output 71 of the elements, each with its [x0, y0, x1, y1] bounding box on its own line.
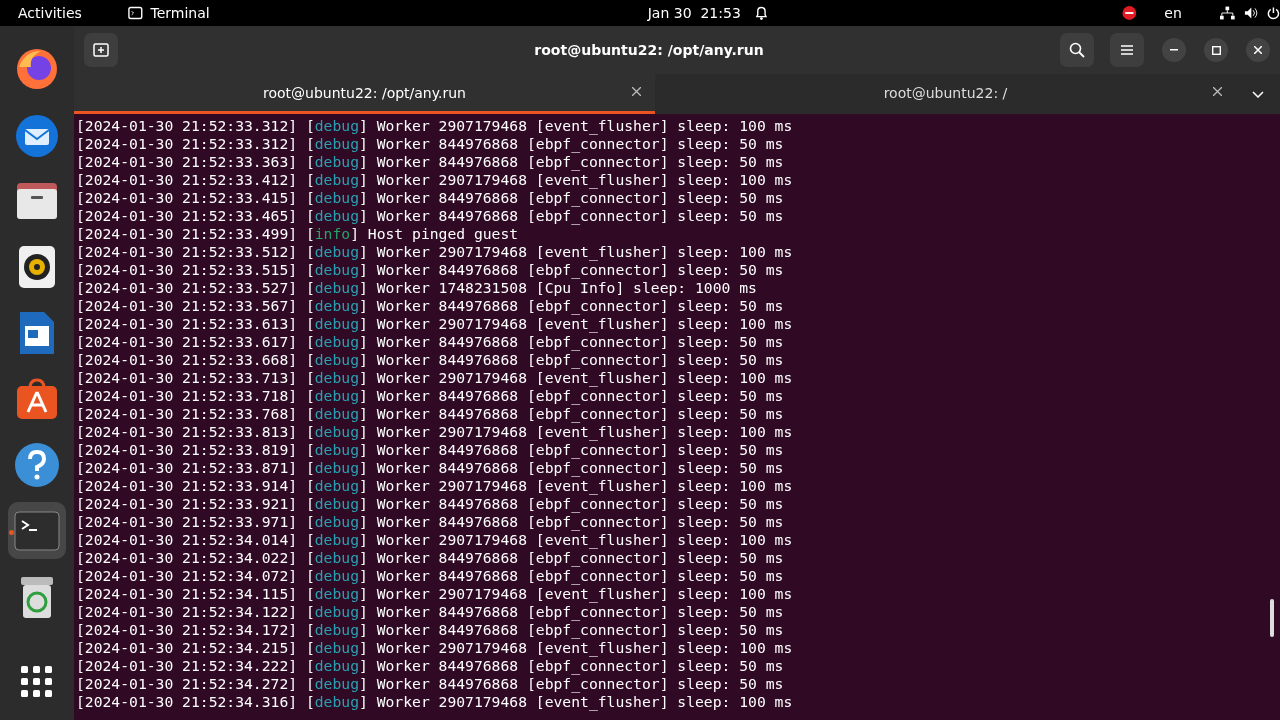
maximize-icon [1211, 45, 1221, 55]
log-line: [2024-01-30 21:52:33.613] [debug] Worker 2907179468 [event_flusher] sleep: 100 ms [76, 315, 794, 333]
log-line: [2024-01-30 21:52:33.312] [debug] Worker 844976868 [ebpf_connector] sleep: 50 ms [76, 135, 785, 153]
log-line: [2024-01-30 21:52:33.415] [debug] Worker 844976868 [ebpf_connector] sleep: 50 ms [76, 189, 785, 207]
language-indicator[interactable]: en [1164, 5, 1182, 21]
document-icon [18, 309, 56, 356]
help-icon [14, 441, 60, 488]
scrollbar-thumb[interactable] [1270, 599, 1274, 637]
menu-icon [1121, 45, 1133, 55]
folder-icon [15, 180, 59, 221]
terminal-icon [14, 510, 60, 551]
log-line: [2024-01-30 21:52:34.072] [debug] Worker 844976868 [ebpf_connector] sleep: 50 ms [76, 567, 785, 585]
log-line: [2024-01-30 21:52:33.713] [debug] Worker 2907179468 [event_flusher] sleep: 100 ms [76, 369, 794, 387]
log-line: [2024-01-30 21:52:33.718] [debug] Worker 844976868 [ebpf_connector] sleep: 50 ms [76, 387, 785, 405]
log-line: [2024-01-30 21:52:33.515] [debug] Worker 844976868 [ebpf_connector] sleep: 50 ms [76, 261, 785, 279]
log-line: [2024-01-30 21:52:34.272] [debug] Worker 844976868 [ebpf_connector] sleep: 50 ms [76, 675, 785, 693]
log-line: [2024-01-30 21:52:33.567] [debug] Worker 844976868 [ebpf_connector] sleep: 50 ms [76, 297, 785, 315]
trash-icon [18, 574, 56, 619]
speaker-icon [1243, 6, 1259, 20]
chevron-down-icon[interactable] [1252, 90, 1264, 98]
maximize-button[interactable] [1204, 38, 1228, 62]
close-icon [1254, 46, 1262, 54]
log-line: [2024-01-30 21:52:33.465] [debug] Worker 844976868 [ebpf_connector] sleep: 50 ms [76, 207, 785, 225]
menu-button[interactable] [1110, 33, 1144, 67]
new-tab-button[interactable] [84, 33, 118, 67]
log-line: [2024-01-30 21:52:34.316] [debug] Worker 2907179468 [event_flusher] sleep: 100 ms [76, 693, 794, 711]
app-menu[interactable]: Terminal [150, 5, 210, 21]
terminal-tab[interactable]: root@ubuntu22: /opt/any.run [74, 74, 655, 114]
log-line: [2024-01-30 21:52:33.813] [debug] Worker 2907179468 [event_flusher] sleep: 100 ms [76, 423, 794, 441]
running-indicator [9, 530, 14, 535]
clock[interactable]: Jan 30 21:53 [647, 5, 741, 21]
log-line: [2024-01-30 21:52:34.215] [debug] Worker 2907179468 [event_flusher] sleep: 100 ms [76, 639, 794, 657]
log-line: [2024-01-30 21:52:33.527] [debug] Worker 1748231508 [Cpu Info] sleep: 1000 ms [76, 279, 758, 297]
firefox-icon [15, 46, 59, 91]
log-line: [2024-01-30 21:52:34.115] [debug] Worker 2907179468 [event_flusher] sleep: 100 ms [76, 585, 794, 603]
log-line: [2024-01-30 21:52:33.412] [debug] Worker 2907179468 [event_flusher] sleep: 100 ms [76, 171, 794, 189]
network-icon [1219, 6, 1235, 20]
log-line: [2024-01-30 21:52:33.914] [debug] Worker 2907179468 [event_flusher] sleep: 100 ms [76, 477, 794, 495]
log-line: [2024-01-30 21:52:34.222] [debug] Worker 844976868 [ebpf_connector] sleep: 50 ms [76, 657, 785, 675]
new-tab-icon [93, 43, 109, 57]
search-button[interactable] [1060, 33, 1094, 67]
log-line: [2024-01-30 21:52:34.022] [debug] Worker 844976868 [ebpf_connector] sleep: 50 ms [76, 549, 785, 567]
log-line: [2024-01-30 21:52:33.363] [debug] Worker 844976868 [ebpf_connector] sleep: 50 ms [76, 153, 785, 171]
log-line: [2024-01-30 21:52:34.172] [debug] Worker 844976868 [ebpf_connector] sleep: 50 ms [76, 621, 785, 639]
log-line: [2024-01-30 21:52:33.668] [debug] Worker 844976868 [ebpf_connector] sleep: 50 ms [76, 351, 785, 369]
close-button[interactable] [1246, 38, 1270, 62]
activities-button[interactable]: Activities [18, 5, 82, 21]
minimize-icon [1170, 49, 1178, 51]
window-title: root@ubuntu22: /opt/any.run [533, 42, 765, 58]
minimize-button[interactable] [1162, 38, 1186, 62]
close-icon[interactable] [1213, 87, 1222, 96]
shopping-bag-icon [14, 377, 60, 420]
log-line: [2024-01-30 21:52:33.871] [debug] Worker 844976868 [ebpf_connector] sleep: 50 ms [76, 459, 785, 477]
search-icon [1069, 42, 1085, 58]
bell-icon [754, 5, 768, 21]
log-line: [2024-01-30 21:52:33.617] [debug] Worker 844976868 [ebpf_connector] sleep: 50 ms [76, 333, 785, 351]
speaker-icon [17, 244, 57, 289]
app-grid-icon[interactable] [21, 666, 53, 698]
log-line: [2024-01-30 21:52:33.921] [debug] Worker 844976868 [ebpf_connector] sleep: 50 ms [76, 495, 785, 513]
do-not-disturb-icon [1121, 5, 1137, 21]
log-line: [2024-01-30 21:52:33.312] [debug] Worker 2907179468 [event_flusher] sleep: 100 ms [76, 117, 794, 135]
log-line: [2024-01-30 21:52:33.768] [debug] Worker 844976868 [ebpf_connector] sleep: 50 ms [76, 405, 785, 423]
power-icon [1267, 6, 1280, 20]
log-line: [2024-01-30 21:52:34.014] [debug] Worker 2907179468 [event_flusher] sleep: 100 ms [76, 531, 794, 549]
terminal-icon [127, 6, 143, 20]
log-line: [2024-01-30 21:52:33.819] [debug] Worker 844976868 [ebpf_connector] sleep: 50 ms [76, 441, 785, 459]
log-line: [2024-01-30 21:52:34.122] [debug] Worker 844976868 [ebpf_connector] sleep: 50 ms [76, 603, 785, 621]
log-line: [2024-01-30 21:52:33.512] [debug] Worker 2907179468 [event_flusher] sleep: 100 ms [76, 243, 794, 261]
close-icon[interactable] [632, 87, 641, 96]
log-line: [2024-01-30 21:52:33.499] [info] Host pinged guest [76, 225, 520, 243]
log-line: [2024-01-30 21:52:33.971] [debug] Worker 844976868 [ebpf_connector] sleep: 50 ms [76, 513, 785, 531]
